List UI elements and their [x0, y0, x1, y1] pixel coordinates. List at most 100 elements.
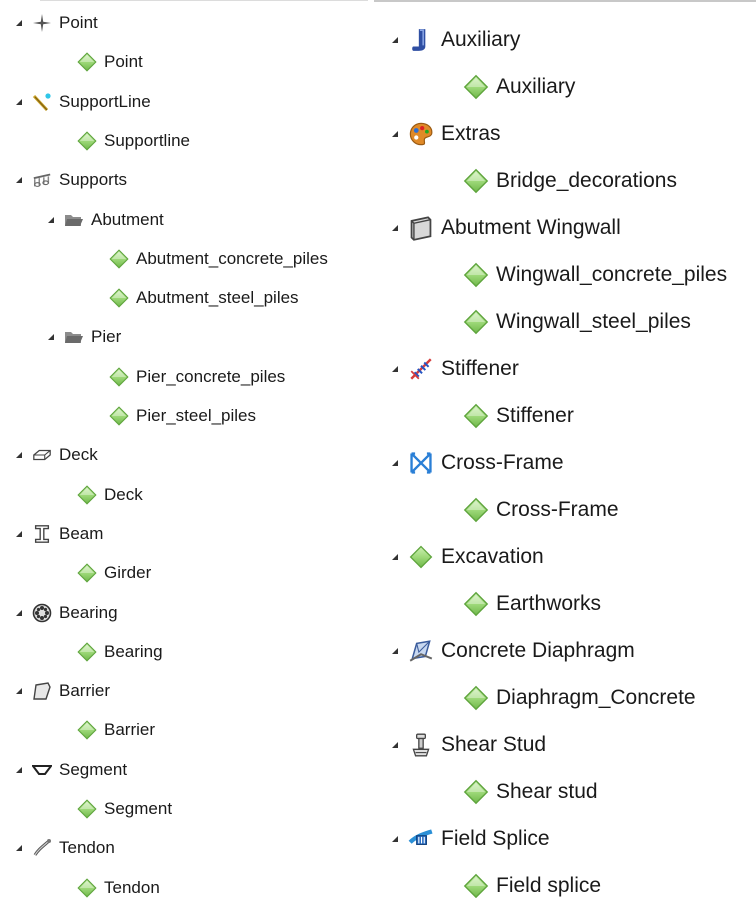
tree-node-label: Abutment: [91, 209, 164, 229]
tree-node-cross-frame[interactable]: Cross-Frame: [392, 443, 564, 483]
left-tree-panel: Point Point SupportLine Supportline Supports…: [0, 0, 368, 898]
tree-node-point[interactable]: Point: [16, 7, 98, 39]
leaf-diamond-icon: [76, 719, 98, 741]
tree-node-pier[interactable]: Pier: [48, 321, 121, 353]
tree-leaf-shear-stud[interactable]: Shear stud: [462, 772, 598, 812]
wingwall-icon: [408, 215, 434, 241]
tree-node-stiffener[interactable]: Stiffener: [392, 349, 519, 389]
tree-node-deck[interactable]: Deck: [16, 439, 98, 471]
tree-node-label: Field Splice: [441, 827, 550, 850]
leaf-diamond-icon: [462, 778, 490, 806]
expand-collapse-arrow-icon[interactable]: [392, 742, 398, 748]
expand-collapse-arrow-icon[interactable]: [16, 452, 22, 459]
expand-collapse-arrow-icon[interactable]: [16, 688, 22, 695]
tendon-icon: [32, 838, 52, 858]
tree-leaf-stiffener[interactable]: Stiffener: [462, 396, 574, 436]
shear-stud-icon: [408, 732, 434, 758]
tree-leaf-pier_steel_piles[interactable]: Pier_steel_piles: [108, 400, 256, 432]
tree-node-supports[interactable]: Supports: [16, 164, 127, 196]
tree-leaf-supportline[interactable]: Supportline: [76, 125, 190, 157]
tree-leaf-bearing[interactable]: Bearing: [76, 636, 163, 668]
tree-node-label: Extras: [441, 122, 501, 145]
tree-leaf-label: Bearing: [104, 641, 163, 661]
tree-leaf-auxiliary[interactable]: Auxiliary: [462, 67, 575, 107]
tree-leaf-segment[interactable]: Segment: [76, 793, 172, 825]
expand-collapse-arrow-icon[interactable]: [16, 98, 22, 105]
cross-frame-icon: [408, 450, 434, 476]
bearing-icon: [32, 603, 52, 623]
tree-node-extras[interactable]: Extras: [392, 114, 501, 154]
tree-leaf-label: Wingwall_steel_piles: [496, 310, 691, 333]
tree-leaf-pier_concrete_piles[interactable]: Pier_concrete_piles: [108, 361, 285, 393]
tree-node-label: Barrier: [59, 681, 111, 701]
tree-leaf-field-splice[interactable]: Field splice: [462, 866, 601, 898]
expand-collapse-arrow-icon[interactable]: [392, 836, 398, 842]
point-star-icon: [32, 13, 52, 33]
tree-leaf-cross-frame[interactable]: Cross-Frame: [462, 490, 619, 530]
segment-icon: [32, 760, 52, 780]
tree-node-label: SupportLine: [59, 91, 151, 111]
expand-collapse-arrow-icon[interactable]: [48, 334, 54, 341]
expand-collapse-arrow-icon[interactable]: [16, 766, 22, 773]
tree-node-supportline[interactable]: SupportLine: [16, 86, 151, 118]
expand-collapse-arrow-icon[interactable]: [16, 20, 22, 26]
expand-collapse-arrow-icon[interactable]: [392, 37, 398, 43]
expand-collapse-arrow-icon[interactable]: [392, 554, 398, 560]
expand-collapse-arrow-icon[interactable]: [392, 131, 398, 137]
expand-collapse-arrow-icon[interactable]: [16, 609, 22, 616]
tree-node-label: Excavation: [441, 545, 544, 568]
tree-leaf-wingwall_steel_piles[interactable]: Wingwall_steel_piles: [462, 302, 691, 342]
leaf-diamond-icon: [108, 366, 130, 388]
tree-node-segment[interactable]: Segment: [16, 754, 127, 786]
auxiliary-icon: [408, 27, 434, 53]
expand-collapse-arrow-icon[interactable]: [392, 460, 398, 466]
tree-node-label: Tendon: [59, 838, 115, 858]
tree-node-beam[interactable]: Beam: [16, 518, 103, 550]
tree-node-barrier[interactable]: Barrier: [16, 675, 110, 707]
expand-collapse-arrow-icon[interactable]: [392, 648, 398, 654]
leaf-diamond-icon: [108, 405, 130, 427]
tree-leaf-wingwall_concrete_piles[interactable]: Wingwall_concrete_piles: [462, 255, 727, 295]
deck-icon: [32, 445, 52, 465]
tree-leaf-label: Deck: [104, 484, 143, 504]
expand-collapse-arrow-icon[interactable]: [392, 366, 398, 372]
tree-leaf-abutment_concrete_piles[interactable]: Abutment_concrete_piles: [108, 243, 328, 275]
tree-leaf-label: Tendon: [104, 877, 160, 897]
tree-leaf-earthworks[interactable]: Earthworks: [462, 584, 601, 624]
tree-leaf-label: Barrier: [104, 720, 156, 740]
panel-top-border: [40, 0, 368, 1]
tree-node-excavation[interactable]: Excavation: [392, 537, 544, 577]
expand-collapse-arrow-icon[interactable]: [16, 177, 22, 184]
expand-collapse-arrow-icon[interactable]: [16, 530, 22, 537]
tree-node-label: Deck: [59, 445, 98, 465]
tree-leaf-diaphragm_concrete[interactable]: Diaphragm_Concrete: [462, 678, 696, 718]
tree-leaf-girder[interactable]: Girder: [76, 557, 151, 589]
tree-node-label: Bearing: [59, 602, 118, 622]
expand-collapse-arrow-icon[interactable]: [48, 216, 54, 223]
tree-node-shear-stud[interactable]: Shear Stud: [392, 725, 546, 765]
tree-node-auxiliary[interactable]: Auxiliary: [392, 20, 520, 60]
tree-node-abutment-wingwall[interactable]: Abutment Wingwall: [392, 208, 621, 248]
tree-leaf-deck[interactable]: Deck: [76, 479, 143, 511]
leaf-diamond-icon: [462, 308, 490, 336]
tree-node-bearing[interactable]: Bearing: [16, 597, 118, 629]
leaf-diamond-icon: [462, 684, 490, 712]
expand-collapse-arrow-icon[interactable]: [16, 845, 22, 852]
tree-node-concrete-diaphragm[interactable]: Concrete Diaphragm: [392, 631, 635, 671]
tree-leaf-point[interactable]: Point: [76, 46, 143, 78]
leaf-diamond-icon: [76, 484, 98, 506]
leaf-diamond-icon: [462, 496, 490, 524]
tree-node-label: Concrete Diaphragm: [441, 639, 635, 662]
tree-node-field-splice[interactable]: Field Splice: [392, 819, 550, 859]
tree-node-abutment[interactable]: Abutment: [48, 204, 164, 236]
leaf-diamond-icon: [462, 590, 490, 618]
tree-node-label: Segment: [59, 759, 128, 779]
tree-leaf-abutment_steel_piles[interactable]: Abutment_steel_piles: [108, 282, 299, 314]
tree-leaf-bridge_decorations[interactable]: Bridge_decorations: [462, 161, 677, 201]
tree-leaf-tendon[interactable]: Tendon: [76, 872, 160, 898]
tree-node-label: Stiffener: [441, 357, 519, 380]
tree-leaf-barrier[interactable]: Barrier: [76, 714, 155, 746]
tree-node-tendon[interactable]: Tendon: [16, 832, 115, 864]
expand-collapse-arrow-icon[interactable]: [392, 225, 398, 231]
tree-leaf-label: Point: [104, 52, 143, 72]
